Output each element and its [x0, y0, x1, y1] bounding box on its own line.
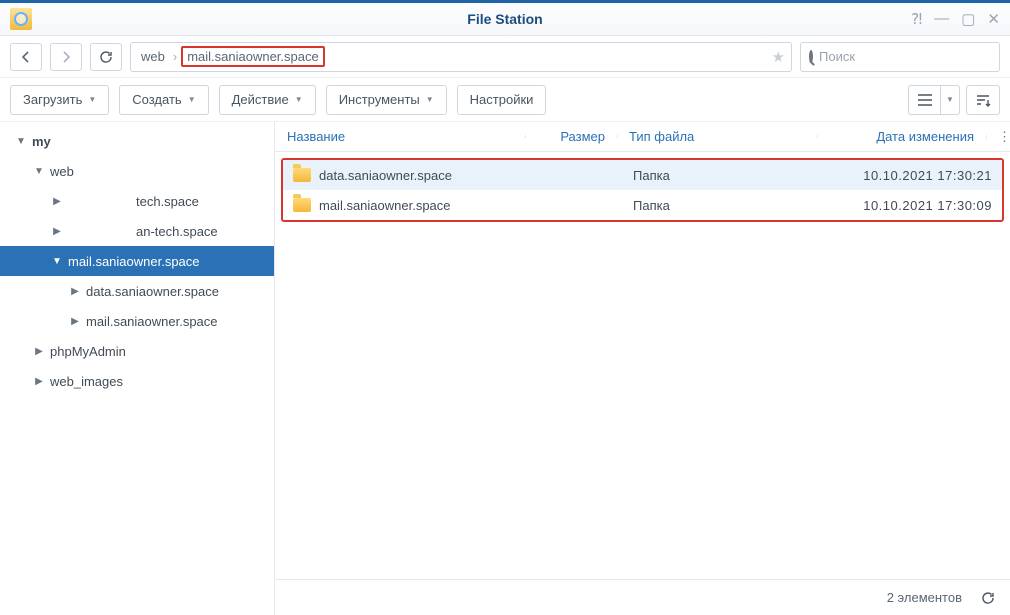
favorite-star-icon[interactable]: ★ [772, 48, 785, 66]
chevron-left-icon [21, 51, 31, 63]
path-segment-0[interactable]: web [137, 47, 169, 66]
file-rows-highlight: data.saniaowner.space Папка10.10.2021 17:… [281, 158, 1004, 222]
triangle-right-icon[interactable]: ▶ [32, 376, 46, 387]
folder-icon [293, 168, 311, 182]
tree-item-label: web_images [50, 374, 123, 389]
triangle-right-icon[interactable]: ▶ [50, 226, 64, 237]
caret-down-icon: ▼ [188, 95, 196, 104]
tree-item-phpmyadmin[interactable]: ▶ phpMyAdmin [0, 336, 274, 366]
path-sep-icon: › [173, 49, 177, 64]
caret-down-icon: ▼ [426, 95, 434, 104]
tree-item-label: data.saniaowner.space [86, 284, 219, 299]
nav-forward-button[interactable] [50, 43, 82, 71]
tree-item-tech-space[interactable]: ▶ tech.space [0, 186, 274, 216]
upload-label: Загрузить [23, 92, 82, 107]
chevron-right-icon [61, 51, 71, 63]
tree-item-data-saniaowner-space[interactable]: ▶ data.saniaowner.space [0, 276, 274, 306]
file-name: mail.saniaowner.space [319, 198, 451, 213]
tree-item-label: my [32, 134, 51, 149]
search-input[interactable] [819, 49, 995, 64]
tree-item-label: mail.saniaowner.space [68, 254, 200, 269]
tree-item-my[interactable]: ▼ my [0, 126, 274, 156]
triangle-down-icon[interactable]: ▼ [50, 256, 64, 267]
tools-label: Инструменты [339, 92, 420, 107]
search-box[interactable] [800, 42, 1000, 72]
file-type: Папка [623, 168, 823, 183]
triangle-right-icon[interactable]: ▶ [32, 346, 46, 357]
triangle-right-icon[interactable]: ▶ [68, 316, 82, 327]
create-label: Создать [132, 92, 181, 107]
tree-item-an-tech-space[interactable]: ▶ an-tech.space [0, 216, 274, 246]
window-controls: ⁈ — ▢ ✕ [911, 10, 1000, 28]
window-close-icon[interactable]: ✕ [987, 10, 1000, 28]
refresh-icon [99, 50, 113, 64]
col-more-icon[interactable]: ⋮ [986, 129, 1010, 145]
action-button[interactable]: Действие ▼ [219, 85, 316, 115]
tree-item-web-images[interactable]: ▶ web_images [0, 366, 274, 396]
file-list-panel: Название Размер Тип файла Дата изменения… [275, 122, 1010, 615]
table-row[interactable]: data.saniaowner.space Папка10.10.2021 17:… [283, 160, 1002, 190]
file-date: 10.10.2021 17:30:09 [823, 198, 1002, 213]
tree-item-label: mail.saniaowner.space [86, 314, 218, 329]
view-mode-button[interactable]: ▼ [908, 85, 960, 115]
col-size[interactable]: Размер [525, 129, 617, 144]
settings-button[interactable]: Настройки [457, 85, 547, 115]
action-label: Действие [232, 92, 289, 107]
caret-down-icon: ▼ [88, 95, 96, 104]
refresh-icon [980, 590, 996, 606]
nav-refresh-button[interactable] [90, 43, 122, 71]
triangle-right-icon[interactable]: ▶ [50, 196, 64, 207]
folder-icon [293, 198, 311, 212]
column-headers: Название Размер Тип файла Дата изменения… [275, 122, 1010, 152]
tree-item-web[interactable]: ▼ web [0, 156, 274, 186]
app-icon [10, 8, 32, 30]
col-date[interactable]: Дата изменения [817, 129, 986, 144]
window-pin-icon[interactable]: ⁈ [911, 10, 922, 28]
path-bar[interactable]: web › mail.saniaowner.space ★ [130, 42, 792, 72]
file-date: 10.10.2021 17:30:21 [823, 168, 1002, 183]
navbar: web › mail.saniaowner.space ★ [0, 36, 1010, 78]
table-row[interactable]: mail.saniaowner.space Папка10.10.2021 17:… [283, 190, 1002, 220]
tree-item-mail-saniaowner-space[interactable]: ▼ mail.saniaowner.space [0, 246, 274, 276]
list-view-icon[interactable] [909, 86, 941, 114]
caret-down-icon: ▼ [295, 95, 303, 104]
tools-button[interactable]: Инструменты ▼ [326, 85, 447, 115]
col-name[interactable]: Название [275, 129, 525, 144]
sidebar-tree[interactable]: ▼ my ▼ web ▶ tech.space ▶ an-tech.space ▼ mail.sa… [0, 122, 275, 615]
triangle-down-icon[interactable]: ▼ [14, 136, 28, 147]
statusbar-refresh-button[interactable] [980, 590, 996, 606]
tree-item-label: tech.space [136, 194, 199, 209]
window-minimize-icon[interactable]: — [934, 10, 949, 28]
content: ▼ my ▼ web ▶ tech.space ▶ an-tech.space ▼ mail.sa… [0, 122, 1010, 615]
tree-item-label: an-tech.space [136, 224, 218, 239]
triangle-down-icon[interactable]: ▼ [32, 166, 46, 177]
path-segment-1[interactable]: mail.saniaowner.space [181, 46, 325, 67]
app-title: File Station [0, 11, 1010, 27]
create-button[interactable]: Создать ▼ [119, 85, 208, 115]
file-type: Папка [623, 198, 823, 213]
window-maximize-icon[interactable]: ▢ [961, 10, 975, 28]
triangle-right-icon[interactable]: ▶ [68, 286, 82, 297]
tree-item-label: web [50, 164, 74, 179]
settings-label: Настройки [470, 92, 534, 107]
tree-item-mail-saniaowner-space[interactable]: ▶ mail.saniaowner.space [0, 306, 274, 336]
tree-item-label: phpMyAdmin [50, 344, 126, 359]
toolbar: Загрузить ▼ Создать ▼ Действие ▼ Инструмент… [0, 78, 1010, 122]
file-name: data.saniaowner.space [319, 168, 452, 183]
search-icon [809, 50, 813, 63]
caret-down-icon[interactable]: ▼ [941, 86, 959, 114]
col-type[interactable]: Тип файла [617, 129, 817, 144]
nav-back-button[interactable] [10, 43, 42, 71]
statusbar: 2 элементов [275, 579, 1010, 615]
item-count-label: 2 элементов [887, 590, 962, 605]
sort-icon [975, 93, 991, 107]
titlebar: File Station ⁈ — ▢ ✕ [0, 0, 1010, 36]
sort-toggle-button[interactable] [966, 85, 1000, 115]
upload-button[interactable]: Загрузить ▼ [10, 85, 109, 115]
